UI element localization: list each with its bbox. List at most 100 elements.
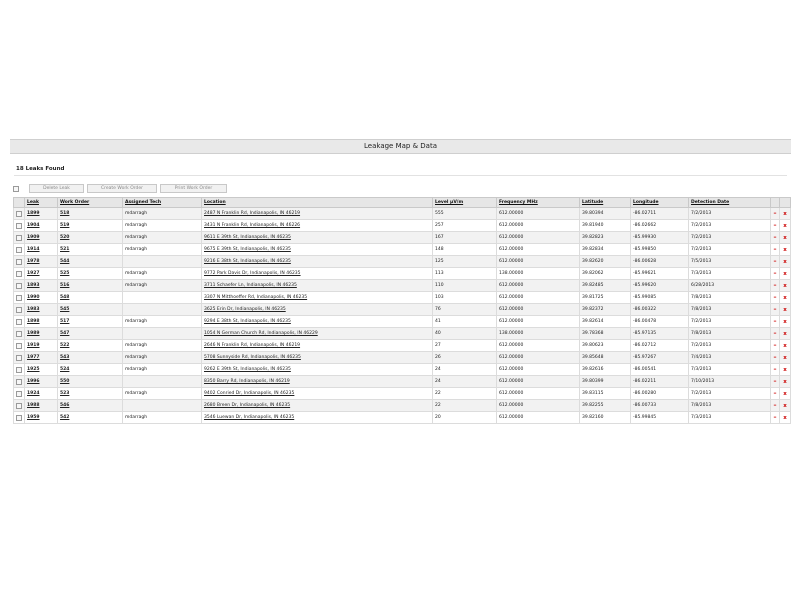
- work-order-link[interactable]: 517: [57, 315, 123, 328]
- leak-id-link[interactable]: 1988: [24, 399, 58, 412]
- leak-id-link[interactable]: 1914: [24, 243, 58, 256]
- create-work-order-button[interactable]: Create Work Order: [87, 184, 157, 193]
- row-checkbox[interactable]: [16, 330, 22, 337]
- row-checkbox[interactable]: [16, 354, 22, 361]
- edit-icon[interactable]: –: [774, 222, 777, 229]
- delete-icon[interactable]: x: [783, 235, 787, 241]
- leak-id-link[interactable]: 1924: [24, 387, 58, 400]
- row-checkbox[interactable]: [16, 210, 22, 217]
- location-link[interactable]: 3546 Luewan Dr, Indianapolis, IN 46235: [201, 411, 433, 424]
- location-link[interactable]: 3307 N Mitthoeffer Rd, Indianapolis, IN …: [201, 291, 433, 304]
- print-work-order-button[interactable]: Print Work Order: [160, 184, 227, 193]
- edit-icon[interactable]: –: [774, 210, 777, 217]
- delete-icon[interactable]: x: [783, 259, 787, 265]
- delete-icon[interactable]: x: [783, 211, 787, 217]
- delete-icon[interactable]: x: [783, 223, 787, 229]
- leak-id-link[interactable]: 1983: [24, 303, 58, 316]
- leak-id-link[interactable]: 1925: [24, 363, 58, 376]
- location-link[interactable]: 2680 Breen Dr, Indianapolis, IN 46235: [201, 399, 433, 412]
- column-header[interactable]: Latitude: [579, 197, 631, 208]
- work-order-link[interactable]: 521: [57, 243, 123, 256]
- edit-icon[interactable]: –: [774, 246, 777, 253]
- leak-id-link[interactable]: 1990: [24, 291, 58, 304]
- leak-id-link[interactable]: 1899: [24, 207, 58, 220]
- leak-id-link[interactable]: 1977: [24, 351, 58, 364]
- delete-icon[interactable]: x: [783, 391, 787, 397]
- work-order-link[interactable]: 547: [57, 327, 123, 340]
- edit-icon[interactable]: –: [774, 294, 777, 301]
- column-header[interactable]: Assigned Tech: [122, 197, 202, 208]
- delete-icon[interactable]: x: [783, 415, 787, 421]
- row-checkbox[interactable]: [16, 366, 22, 373]
- leak-id-link[interactable]: 1909: [24, 231, 58, 244]
- edit-icon[interactable]: –: [774, 414, 777, 421]
- column-header[interactable]: Leak: [24, 197, 58, 208]
- delete-icon[interactable]: x: [783, 247, 787, 253]
- edit-icon[interactable]: –: [774, 306, 777, 313]
- delete-icon[interactable]: x: [783, 331, 787, 337]
- work-order-link[interactable]: 544: [57, 255, 123, 268]
- row-checkbox[interactable]: [16, 294, 22, 301]
- work-order-link[interactable]: 545: [57, 303, 123, 316]
- location-link[interactable]: 9402 Conried Dr, Indianapolis, IN 46235: [201, 387, 433, 400]
- leak-id-link[interactable]: 1919: [24, 339, 58, 352]
- location-link[interactable]: 2487 N Franklin Rd, Indianapolis, IN 462…: [201, 207, 433, 220]
- leak-id-link[interactable]: 1959: [24, 411, 58, 424]
- work-order-link[interactable]: 524: [57, 363, 123, 376]
- edit-icon[interactable]: –: [774, 270, 777, 277]
- location-link[interactable]: 2646 N Franklin Rd, Indianapolis, IN 462…: [201, 339, 433, 352]
- location-link[interactable]: 9216 E 38th St, Indianapolis, IN 46235: [201, 255, 433, 268]
- edit-icon[interactable]: –: [774, 342, 777, 349]
- row-checkbox[interactable]: [16, 246, 22, 253]
- row-checkbox[interactable]: [16, 414, 22, 421]
- edit-icon[interactable]: –: [774, 258, 777, 265]
- row-checkbox[interactable]: [16, 270, 22, 277]
- delete-icon[interactable]: x: [783, 367, 787, 373]
- column-header[interactable]: Detection Date: [688, 197, 771, 208]
- work-order-link[interactable]: 518: [57, 207, 123, 220]
- work-order-link[interactable]: 525: [57, 267, 123, 280]
- row-checkbox[interactable]: [16, 282, 22, 289]
- delete-icon[interactable]: x: [783, 271, 787, 277]
- edit-icon[interactable]: –: [774, 402, 777, 409]
- location-link[interactable]: 3431 N Franklin Rd, Indianapolis, IN 462…: [201, 219, 433, 232]
- row-checkbox[interactable]: [16, 378, 22, 385]
- work-order-link[interactable]: 522: [57, 339, 123, 352]
- delete-icon[interactable]: x: [783, 403, 787, 409]
- leak-id-link[interactable]: 1904: [24, 219, 58, 232]
- delete-icon[interactable]: x: [783, 283, 787, 289]
- location-link[interactable]: 3625 Erin Dr, Indianapolis, IN 46235: [201, 303, 433, 316]
- edit-icon[interactable]: –: [774, 330, 777, 337]
- row-checkbox[interactable]: [16, 222, 22, 229]
- delete-icon[interactable]: x: [783, 295, 787, 301]
- leak-id-link[interactable]: 1893: [24, 279, 58, 292]
- work-order-link[interactable]: 550: [57, 375, 123, 388]
- column-header[interactable]: Longitude: [630, 197, 689, 208]
- column-header[interactable]: Work Order: [57, 197, 123, 208]
- edit-icon[interactable]: –: [774, 366, 777, 373]
- edit-icon[interactable]: –: [774, 378, 777, 385]
- work-order-link[interactable]: 542: [57, 411, 123, 424]
- work-order-link[interactable]: 520: [57, 231, 123, 244]
- row-checkbox[interactable]: [16, 234, 22, 241]
- edit-icon[interactable]: –: [774, 282, 777, 289]
- delete-icon[interactable]: x: [783, 379, 787, 385]
- location-link[interactable]: 9772 Park Davis Dr, Indianapolis, IN 462…: [201, 267, 433, 280]
- column-header[interactable]: Location: [201, 197, 433, 208]
- leak-id-link[interactable]: 1898: [24, 315, 58, 328]
- row-checkbox[interactable]: [16, 342, 22, 349]
- delete-leak-button[interactable]: Delete Leak: [29, 184, 84, 193]
- location-link[interactable]: 1054 N German Church Rd, Indianapolis, I…: [201, 327, 433, 340]
- edit-icon[interactable]: –: [774, 354, 777, 361]
- select-all-checkbox[interactable]: [13, 185, 19, 192]
- location-link[interactable]: 9675 E 39th St, Indianapolis, IN 46235: [201, 243, 433, 256]
- location-link[interactable]: 3711 Schaefer Ln, Indianapolis, IN 46235: [201, 279, 433, 292]
- location-link[interactable]: 9262 E 39th St, Indianapolis, IN 46235: [201, 363, 433, 376]
- delete-icon[interactable]: x: [783, 307, 787, 313]
- delete-icon[interactable]: x: [783, 355, 787, 361]
- work-order-link[interactable]: 548: [57, 291, 123, 304]
- column-header[interactable]: Frequency MHz: [496, 197, 580, 208]
- column-header[interactable]: Level µV/m: [432, 197, 497, 208]
- leak-id-link[interactable]: 1978: [24, 255, 58, 268]
- location-link[interactable]: 9611 E 39th St, Indianapolis, IN 46235: [201, 231, 433, 244]
